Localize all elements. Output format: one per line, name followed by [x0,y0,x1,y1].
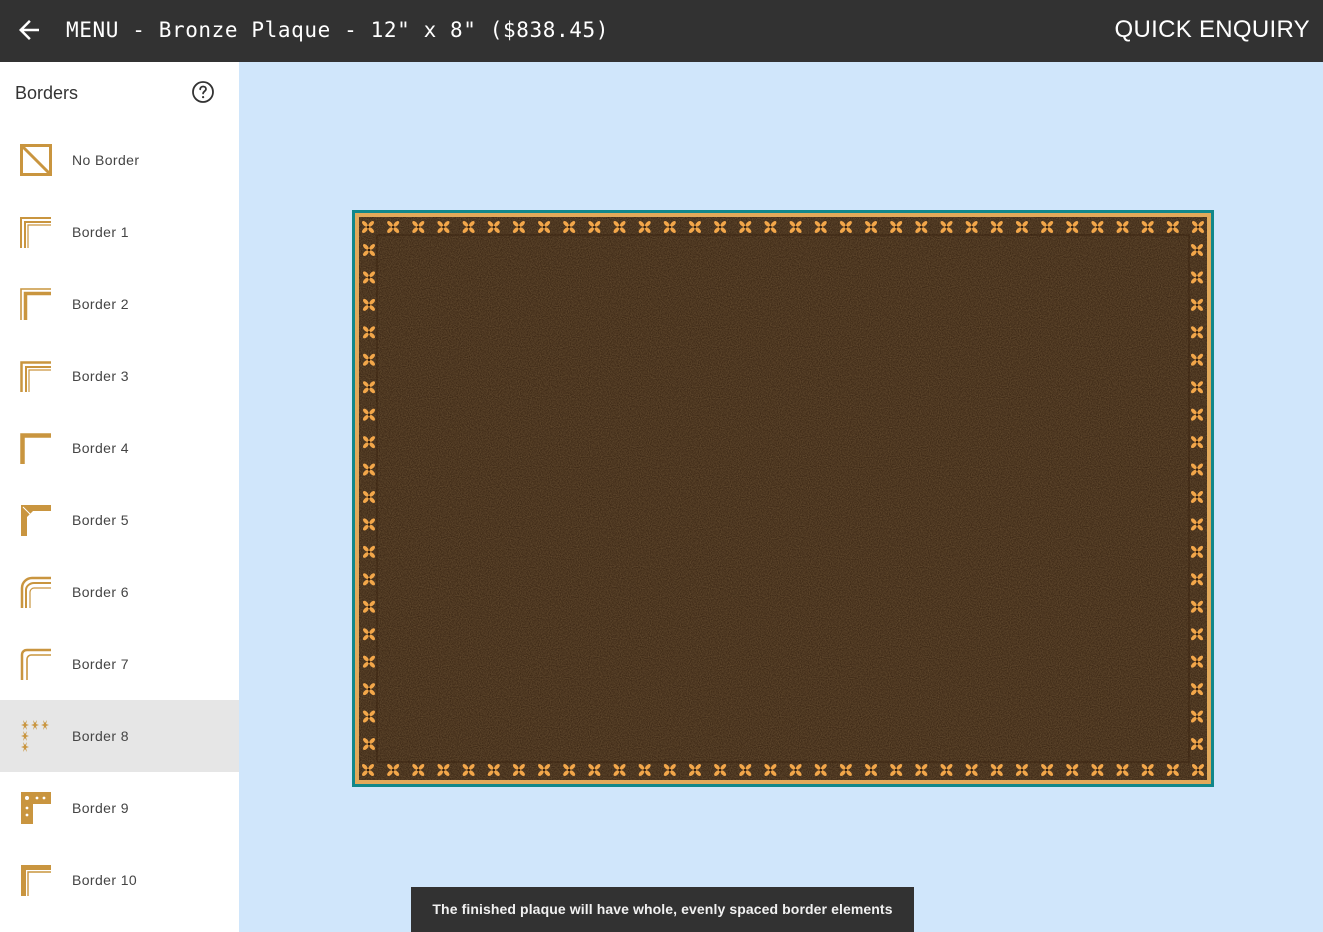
border-option-label: No Border [72,152,140,168]
arrow-left-icon[interactable] [14,15,44,45]
border-6-icon [19,574,53,610]
border-10-icon [19,862,53,898]
border-option-6[interactable]: Border 6 [0,556,239,628]
border-9-icon [19,790,53,826]
border-option-7[interactable]: Border 7 [0,628,239,700]
border-7-icon [19,646,53,682]
border-option-label: Border 8 [72,728,129,744]
border-2-icon [19,286,53,322]
border-5-icon [19,502,53,538]
border-option-label: Border 5 [72,512,129,528]
toast-message: The finished plaque will have whole, eve… [411,887,914,932]
border-8-icon [19,718,53,754]
sidebar-header: Borders [0,62,239,122]
border-option-1[interactable]: Border 1 [0,196,239,268]
border-option-label: Border 6 [72,584,129,600]
border-option-no-border[interactable]: No Border [0,124,239,196]
border-4-icon [19,430,53,466]
sidebar-title: Borders [15,83,79,103]
border-option-label: Border 4 [72,440,129,456]
help-circle-icon[interactable] [191,80,215,104]
borders-sidebar: Borders No Border Border 1 Border 2 Bord… [0,62,239,932]
border-option-label: Border 1 [72,224,129,240]
border-option-9[interactable]: Border 9 [0,772,239,844]
plaque-preview[interactable] [352,210,1214,787]
quick-enquiry-button[interactable]: QUICK ENQUIRY [1115,15,1311,45]
border-1-icon [19,214,53,250]
border-option-label: Border 2 [72,296,129,312]
border-option-4[interactable]: Border 4 [0,412,239,484]
border-option-2[interactable]: Border 2 [0,268,239,340]
plaque-artwork [357,215,1209,782]
border-option-5[interactable]: Border 5 [0,484,239,556]
border-3-icon [19,358,53,394]
border-option-10[interactable]: Border 10 [0,844,239,916]
border-option-8[interactable]: Border 8 [0,700,239,772]
border-option-label: Border 3 [72,368,129,384]
border-options-list: No Border Border 1 Border 2 Border 3 Bor… [0,124,239,916]
top-bar: MENU - Bronze Plaque - 12" x 8" ($838.45… [0,0,1323,62]
border-option-3[interactable]: Border 3 [0,340,239,412]
no-border-icon [19,142,53,178]
border-option-label: Border 7 [72,656,129,672]
border-option-label: Border 10 [72,872,138,888]
page-title: MENU - Bronze Plaque - 12" x 8" ($838.45… [66,18,609,42]
border-option-label: Border 9 [72,800,129,816]
